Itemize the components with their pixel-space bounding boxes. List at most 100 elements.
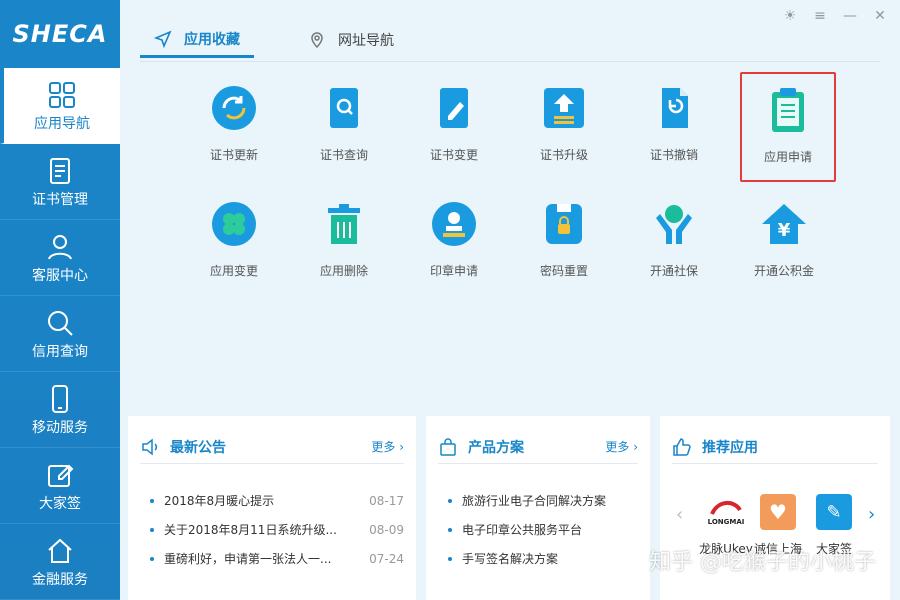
usb-lock-icon — [546, 204, 582, 244]
app-cert-change[interactable]: 证书变更 — [406, 72, 502, 182]
app-housing-fund[interactable]: ¥ 开通公积金 — [736, 188, 832, 298]
app-label: 应用申请 — [763, 150, 812, 164]
app-label: 应用变更 — [209, 264, 258, 278]
solutions-panel: 产品方案 更多 › 旅游行业电子合同解决方案 电子印章公共服务平台 手写签名解决… — [426, 416, 650, 600]
item-text: 重磅利好，申请第一张法人一... — [164, 552, 332, 566]
bullet — [150, 498, 154, 503]
panel-header: 最新公告 更多 › — [140, 430, 404, 464]
edit-icon — [48, 464, 74, 487]
watermark: 知乎 @吃猴子的小桃子 — [649, 550, 876, 575]
send-icon — [154, 29, 172, 48]
list-item[interactable]: 电子印章公共服务平台 — [448, 515, 638, 544]
app-change[interactable]: 应用变更 — [186, 188, 282, 298]
sidebar-item-label: 应用导航 — [34, 115, 90, 132]
app-label: 开通社保 — [649, 264, 698, 278]
sidebar-item-finance[interactable]: 金融服务 — [0, 524, 120, 600]
minimize-icon[interactable]: — — [842, 8, 858, 24]
app-label: 密码重置 — [539, 264, 588, 278]
more-label: 更多 — [605, 440, 630, 454]
menu-icon[interactable]: ≡ — [812, 8, 828, 24]
sidebar-item-app-nav[interactable]: 应用导航 — [0, 68, 120, 144]
grid-icon — [49, 81, 75, 108]
app-label: 证书变更 — [429, 148, 478, 162]
app-label: 应用删除 — [319, 264, 368, 278]
revoke-icon — [662, 88, 688, 128]
list-item[interactable]: 旅游行业电子合同解决方案 — [448, 486, 638, 515]
list-item[interactable]: 重磅利好，申请第一张法人一... 07-24 — [150, 544, 404, 573]
user-icon — [48, 234, 72, 260]
bullet — [448, 556, 452, 561]
logo: SHECA — [0, 0, 120, 68]
heart-icon: ♥ — [760, 494, 796, 530]
item-date: 08-09 — [369, 522, 404, 537]
search-icon — [48, 310, 73, 336]
item-text: 旅游行业电子合同解决方案 — [462, 494, 607, 508]
tab-app-favorites[interactable]: 应用收藏 — [140, 22, 254, 58]
sidebar-item-label: 移动服务 — [32, 419, 88, 436]
app-delete[interactable]: 应用删除 — [296, 188, 392, 298]
longmai-brand: LONGMAI — [707, 518, 745, 526]
app-cert-renew[interactable]: 证书更新 — [186, 72, 282, 182]
sidebar-item-label: 证书管理 — [32, 191, 88, 208]
app-cert-query[interactable]: 证书查询 — [296, 72, 392, 182]
sidebar: SHECA 应用导航 证书管理 客服中心 信用查询 移动服务 大家签 金融服务 — [0, 0, 120, 600]
sidebar-item-cert-mgmt[interactable]: 证书管理 — [0, 144, 120, 220]
next-arrow-icon[interactable]: › — [868, 504, 875, 525]
location-icon — [311, 32, 323, 49]
bullet — [448, 498, 452, 503]
item-date: 07-24 — [369, 551, 404, 566]
list-item[interactable]: 2018年8月暖心提示 08-17 — [150, 486, 404, 515]
upgrade-icon — [544, 88, 584, 128]
panel-header: 推荐应用 — [672, 430, 878, 464]
speaker-icon — [142, 437, 158, 456]
thumbs-up-icon — [673, 437, 691, 456]
tab-label: 网址导航 — [338, 33, 394, 49]
sidebar-item-label: 信用查询 — [32, 343, 88, 360]
app-seal-apply[interactable]: 印章申请 — [406, 188, 502, 298]
bag-icon — [440, 437, 456, 456]
panel-title: 产品方案 — [468, 439, 524, 456]
solutions-list: 旅游行业电子合同解决方案 电子印章公共服务平台 手写签名解决方案 — [448, 486, 638, 573]
book-search-icon — [330, 88, 358, 128]
sidebar-item-service[interactable]: 客服中心 — [0, 220, 120, 296]
app-password-reset[interactable]: 密码重置 — [516, 188, 612, 298]
house-yen-icon: ¥ — [762, 204, 806, 244]
item-text: 电子印章公共服务平台 — [462, 523, 583, 537]
app-social-security[interactable]: 开通社保 — [626, 188, 722, 298]
close-icon[interactable]: ✕ — [872, 8, 888, 24]
panel-header: 产品方案 更多 › — [438, 430, 638, 464]
item-text: 手写签名解决方案 — [462, 552, 559, 566]
app-apply[interactable]: 应用申请 — [740, 72, 836, 182]
sidebar-item-mobile[interactable]: 移动服务 — [0, 372, 120, 448]
skin-icon[interactable]: ☀ — [782, 8, 798, 24]
app-cert-upgrade[interactable]: 证书升级 — [516, 72, 612, 182]
item-text: 关于2018年8月11日系统升级... — [164, 523, 337, 537]
trash-icon — [328, 204, 360, 244]
tab-bar: 应用收藏 网址导航 — [140, 22, 408, 58]
app-cert-revoke[interactable]: 证书撤销 — [626, 72, 722, 182]
seal-icon — [432, 202, 476, 246]
tab-divider — [140, 61, 880, 62]
tab-url-nav[interactable]: 网址导航 — [294, 22, 408, 58]
app-label: 印章申请 — [429, 264, 478, 278]
app-label: 证书撤销 — [649, 148, 698, 162]
svg-text:¥: ¥ — [778, 220, 791, 241]
item-date: 08-17 — [369, 493, 404, 508]
pen-icon: ✎ — [816, 494, 852, 530]
app-label: 证书查询 — [319, 148, 368, 162]
list-item[interactable]: 关于2018年8月11日系统升级... 08-09 — [150, 515, 404, 544]
sidebar-item-label: 大家签 — [39, 495, 81, 512]
panel-title: 最新公告 — [170, 439, 226, 456]
more-link[interactable]: 更多 › — [605, 438, 638, 455]
clipboard-icon — [772, 88, 804, 132]
prev-arrow-icon[interactable]: ‹ — [676, 504, 683, 525]
more-label: 更多 — [371, 440, 396, 454]
phone-icon — [52, 384, 68, 413]
sidebar-item-credit[interactable]: 信用查询 — [0, 296, 120, 372]
sidebar-item-dajiaqian[interactable]: 大家签 — [0, 448, 120, 524]
more-link[interactable]: 更多 › — [371, 438, 404, 455]
home-icon — [48, 538, 72, 563]
logo-text: SHECA — [12, 20, 108, 48]
list-item[interactable]: 手写签名解决方案 — [448, 544, 638, 573]
announcement-panel: 最新公告 更多 › 2018年8月暖心提示 08-17 关于2018年8月11日系… — [128, 416, 416, 600]
